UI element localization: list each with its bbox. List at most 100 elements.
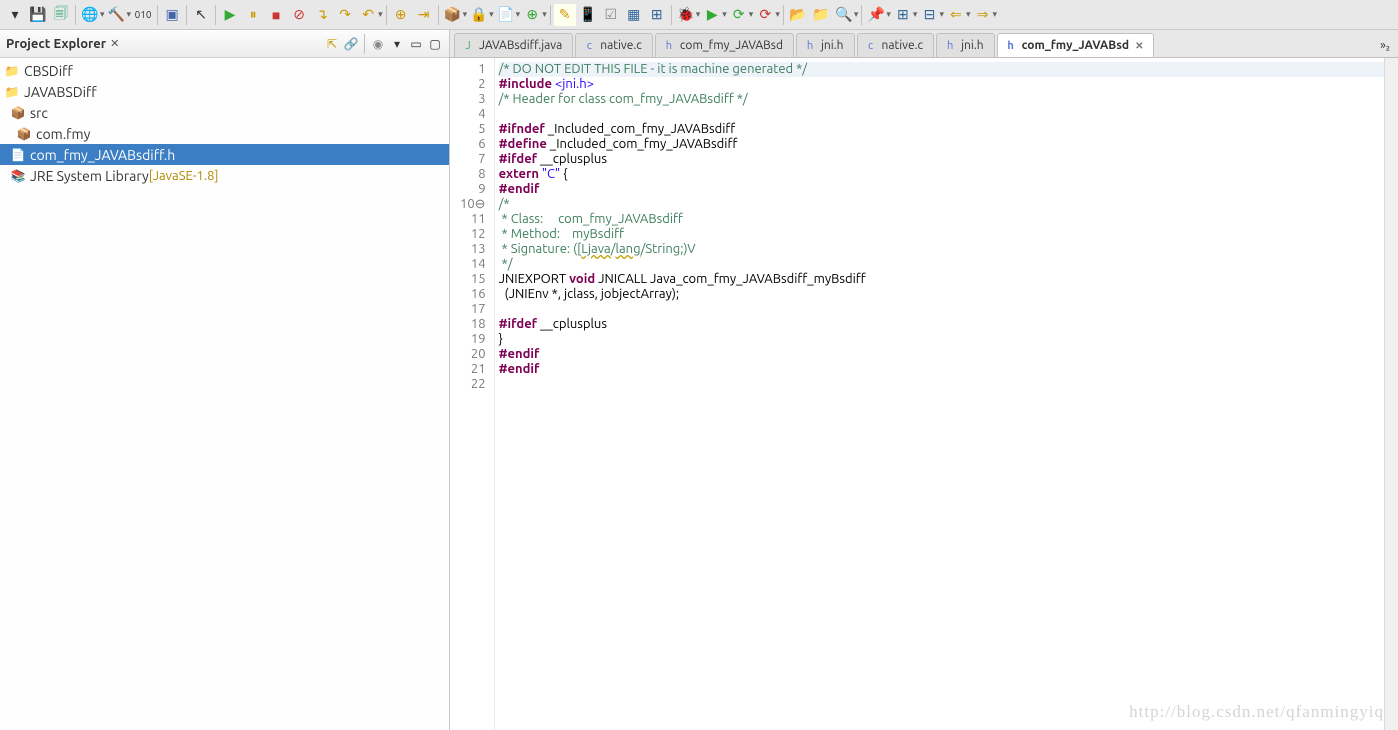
hammer-icon[interactable]: 🔨 <box>106 4 128 26</box>
editor-tab[interactable]: cnative.c <box>575 33 653 57</box>
tree-item[interactable]: 📚JRE System Library [JavaSE-1.8] <box>0 165 449 186</box>
focus-icon[interactable]: ◉ <box>370 36 386 52</box>
dropdown-icon[interactable]: ▾ <box>993 9 998 20</box>
dropdown-icon[interactable]: ▾ <box>100 9 105 20</box>
dropdown-icon[interactable]: ▾ <box>886 9 891 20</box>
run-icon[interactable]: ▶ <box>701 4 723 26</box>
tab-label: native.c <box>882 39 924 52</box>
tree-item-icon: 📦 <box>16 126 32 142</box>
dropdown-icon[interactable]: ▾ <box>939 9 944 20</box>
minimize-icon[interactable]: ▭ <box>408 36 424 52</box>
save-icon[interactable]: 💾 <box>27 4 49 26</box>
maximize-icon[interactable]: ▢ <box>427 36 443 52</box>
more-tabs-button[interactable]: »₂ <box>1372 33 1398 57</box>
search-icon[interactable]: 🔍 <box>833 4 855 26</box>
lock-icon[interactable]: 🔒 <box>468 4 490 26</box>
dropdown-icon[interactable]: ▾ <box>489 9 494 20</box>
dropdown-icon[interactable]: ▾ <box>913 9 918 20</box>
stop-icon[interactable]: ■ <box>265 4 287 26</box>
wand-icon[interactable]: ✎ <box>554 4 576 26</box>
collapse-icon[interactable]: ⇱ <box>324 36 340 52</box>
step-over-icon[interactable]: ↷ <box>334 4 356 26</box>
editor-tab[interactable]: c native.c <box>857 33 935 57</box>
step-return-icon[interactable]: ↶ <box>357 4 379 26</box>
explorer-header: Project Explorer ✕ ⇱ 🔗 ◉ ▾ ▭ ▢ <box>0 30 449 58</box>
skip-icon[interactable]: ⇥ <box>413 4 435 26</box>
binary-icon[interactable]: 010 <box>132 4 154 26</box>
dropdown-icon[interactable]: ▾ <box>696 9 701 20</box>
file-type-icon: h <box>943 39 957 53</box>
file-type-icon: c <box>864 39 878 53</box>
editor-tabbar: JJAVABsdiff.javacnative.chcom_fmy_JAVABs… <box>450 30 1398 58</box>
manager-icon[interactable]: ⊞ <box>646 4 668 26</box>
line-gutter: 12345678910⊖111213141516171819202122 <box>450 58 495 730</box>
close-icon[interactable]: ✕ <box>1135 40 1143 52</box>
run-last-icon[interactable]: ⟳ <box>728 4 750 26</box>
back-icon[interactable]: ⇐ <box>945 4 967 26</box>
tree-item[interactable]: 📄com_fmy_JAVABsdiff.h <box>0 144 449 165</box>
nav-icon[interactable]: ⊞ <box>892 4 914 26</box>
sdk-icon[interactable]: ▦ <box>623 4 645 26</box>
editor-tab[interactable]: hcom_fmy_JAVABsd <box>655 33 794 57</box>
tab-label: com_fmy_JAVABsd <box>680 39 783 52</box>
editor-tab[interactable]: hjni.h <box>796 33 855 57</box>
vertical-scrollbar[interactable] <box>1384 58 1398 730</box>
pointer-icon[interactable]: ↖ <box>190 4 212 26</box>
forward-icon[interactable]: ⇒ <box>972 4 994 26</box>
new-package-icon[interactable]: ⊕ <box>521 4 543 26</box>
dropdown-icon[interactable]: ▾ <box>749 9 754 20</box>
dropdown-icon[interactable]: ▾ <box>722 9 727 20</box>
folder-icon[interactable]: 📂 <box>787 4 809 26</box>
dropdown-icon[interactable]: ▾ <box>378 9 383 20</box>
tree-item-label: com.fmy <box>36 126 90 142</box>
tree-item-label: src <box>30 105 48 121</box>
project-tree[interactable]: 📁CBSDiff📁JAVABSDiff📦src📦com.fmy📄com_fmy_… <box>0 58 449 730</box>
external-icon[interactable]: ⟳ <box>754 4 776 26</box>
window-icon[interactable]: ▣ <box>161 4 183 26</box>
dropdown-icon[interactable]: ▾ <box>463 9 468 20</box>
step-into-icon[interactable]: ↴ <box>311 4 333 26</box>
dropdown-icon[interactable]: ▾ <box>4 4 26 26</box>
save-all-icon[interactable]: 🗐 <box>50 4 72 26</box>
nav2-icon[interactable]: ⊟ <box>918 4 940 26</box>
dropdown-icon[interactable]: ▾ <box>516 9 521 20</box>
dropdown-icon[interactable]: ▾ <box>966 9 971 20</box>
dropdown-icon[interactable]: ▾ <box>775 9 780 20</box>
file-type-icon: h <box>1004 39 1018 53</box>
debug-icon[interactable]: 🐞 <box>675 4 697 26</box>
pause-icon[interactable]: ⏸ <box>242 4 264 26</box>
avd-icon[interactable]: 📱 <box>577 4 599 26</box>
dropdown-icon[interactable]: ▾ <box>854 9 859 20</box>
new-class-icon[interactable]: 📄 <box>495 4 517 26</box>
tree-item[interactable]: 📦com.fmy <box>0 123 449 144</box>
tree-item-icon: 📄 <box>10 147 26 163</box>
globe-icon[interactable]: 🌐 <box>79 4 101 26</box>
folder2-icon[interactable]: 📁 <box>810 4 832 26</box>
tree-item-label: com_fmy_JAVABsdiff.h <box>30 147 175 163</box>
project-explorer: Project Explorer ✕ ⇱ 🔗 ◉ ▾ ▭ ▢ 📁CBSDiff📁… <box>0 30 450 730</box>
resume-icon[interactable]: ▶ <box>219 4 241 26</box>
menu-icon[interactable]: ▾ <box>389 36 405 52</box>
tree-item-decor: [JavaSE-1.8] <box>149 169 219 183</box>
lint-icon[interactable]: ☑ <box>600 4 622 26</box>
tab-label: jni.h <box>961 39 984 52</box>
tree-item-label: JAVABSDiff <box>24 84 97 100</box>
tree-item-icon: 📦 <box>10 105 26 121</box>
code-editor[interactable]: 12345678910⊖111213141516171819202122 /* … <box>450 58 1398 730</box>
link-icon[interactable]: 🔗 <box>343 36 359 52</box>
code-content[interactable]: /* DO NOT EDIT THIS FILE - it is machine… <box>495 58 1384 730</box>
pin-icon[interactable]: 📌 <box>865 4 887 26</box>
open-type-icon[interactable]: 📦 <box>442 4 464 26</box>
close-icon[interactable]: ✕ <box>110 37 119 50</box>
tree-item[interactable]: 📁CBSDiff <box>0 60 449 81</box>
editor-tab[interactable]: h jni.h <box>936 33 995 57</box>
dropdown-icon[interactable]: ▾ <box>542 9 547 20</box>
tab-label: com_fmy_JAVABsd <box>1022 39 1130 52</box>
disconnect-icon[interactable]: ⊘ <box>288 4 310 26</box>
tree-item[interactable]: 📦src <box>0 102 449 123</box>
tree-item[interactable]: 📁JAVABSDiff <box>0 81 449 102</box>
editor-tab[interactable]: h com_fmy_JAVABsd ✕ <box>997 33 1155 57</box>
editor-tab[interactable]: JJAVABsdiff.java <box>454 33 573 57</box>
target-icon[interactable]: ⊕ <box>390 4 412 26</box>
dropdown-icon[interactable]: ▾ <box>127 9 132 20</box>
